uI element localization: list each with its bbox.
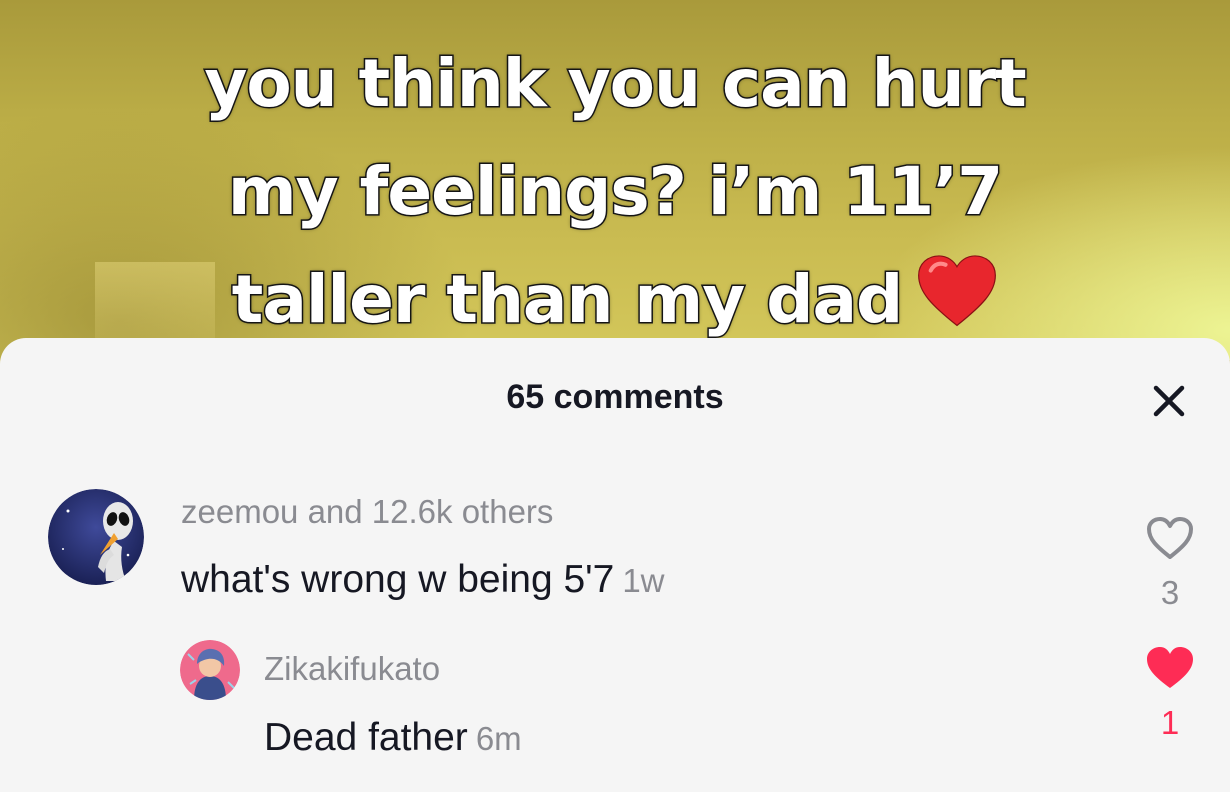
caption-line-3: taller than my dad bbox=[230, 260, 904, 340]
comment-username[interactable]: zeemou and 12.6k others bbox=[181, 493, 553, 531]
alien-avatar-icon[interactable] bbox=[48, 489, 144, 585]
reply-username[interactable]: Zikakifukato bbox=[264, 650, 440, 688]
reply-like-count: 1 bbox=[1160, 704, 1180, 741]
like-count: 3 bbox=[1160, 574, 1180, 611]
reply-timestamp: 6m bbox=[475, 720, 522, 757]
reply-body: Dead father bbox=[264, 716, 468, 759]
red-heart-emoji-icon bbox=[918, 255, 997, 327]
comments-sheet: 65 comments zeemou and 12.6k others what… bbox=[0, 338, 1230, 792]
caption-line-1: you think you can hurt bbox=[203, 44, 1028, 124]
comment-timestamp: 1w bbox=[622, 562, 665, 599]
anime-avatar-icon[interactable] bbox=[180, 640, 240, 700]
video-caption: you think you can hurt my feelings? i’m … bbox=[0, 30, 1230, 354]
comments-count-title: 65 comments bbox=[506, 378, 724, 416]
heart-filled-icon[interactable] bbox=[1145, 645, 1195, 691]
comment-body: what's wrong w being 5'7 bbox=[181, 558, 615, 601]
heart-outline-icon[interactable] bbox=[1145, 515, 1195, 561]
comment-text: what's wrong w being 5'7 1w bbox=[181, 558, 665, 602]
close-icon[interactable] bbox=[1146, 378, 1192, 424]
caption-line-2: my feelings? i’m 11’7 bbox=[226, 152, 1004, 232]
reply-text: Dead father 6m bbox=[264, 716, 522, 760]
